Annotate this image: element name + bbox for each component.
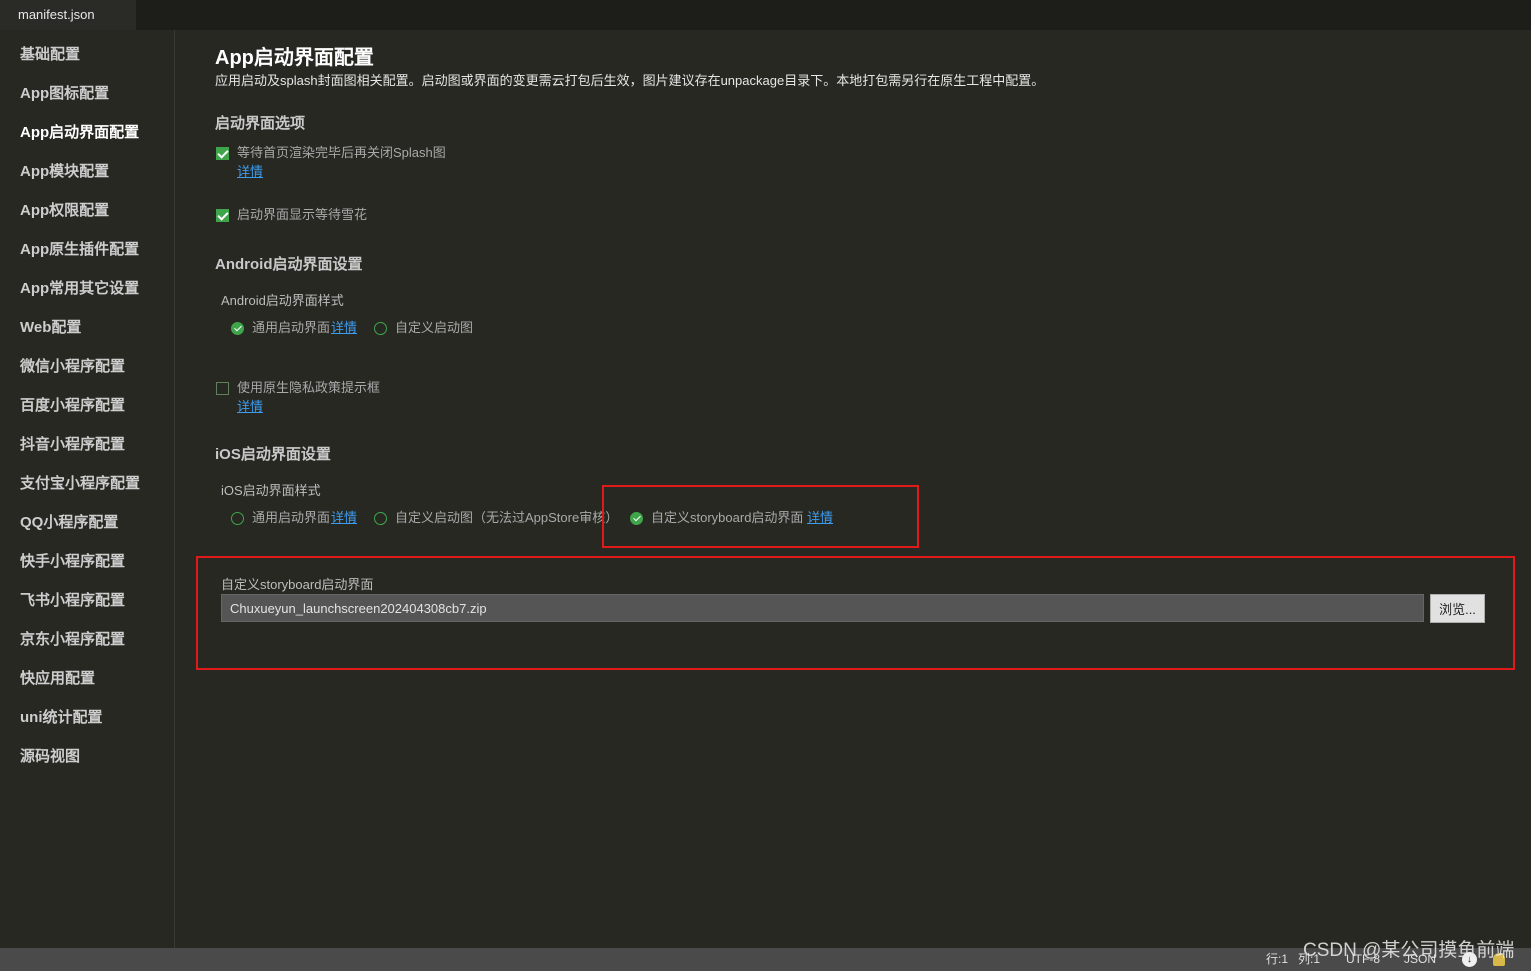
sidebar-item-baidu-mp[interactable]: 百度小程序配置	[0, 386, 174, 425]
tab-bar	[0, 0, 1531, 30]
sidebar-item-source-view[interactable]: 源码视图	[0, 737, 174, 776]
page-title: App启动界面配置	[215, 47, 374, 69]
waiting-spinner-option[interactable]: 启动界面显示等待雪花	[216, 207, 367, 223]
privacy-dialog-details-link[interactable]: 详情	[237, 399, 263, 415]
android-default-radio[interactable]	[231, 321, 244, 335]
android-option-custom-image[interactable]: 自定义启动图	[374, 320, 473, 336]
sidebar-item-wechat-mp[interactable]: 微信小程序配置	[0, 347, 174, 386]
wait-render-checkbox[interactable]	[216, 146, 229, 160]
sidebar-item-kuaishou-mp[interactable]: 快手小程序配置	[0, 542, 174, 581]
sidebar-item-basic[interactable]: 基础配置	[0, 35, 174, 74]
ios-option-custom-image[interactable]: 自定义启动图（无法过AppStore审核）	[374, 510, 618, 526]
ios-default-radio[interactable]	[231, 511, 244, 525]
waiting-spinner-label: 启动界面显示等待雪花	[237, 207, 368, 222]
sidebar-item-douyin-mp[interactable]: 抖音小程序配置	[0, 425, 174, 464]
sidebar-item-app-icon[interactable]: App图标配置	[0, 74, 174, 113]
highlight-box-storyboard-file	[196, 556, 1515, 670]
android-style-label: Android启动界面样式	[221, 293, 344, 308]
android-custom-image-label: 自定义启动图	[395, 320, 474, 335]
section-heading-android: Android启动界面设置	[215, 256, 363, 273]
sidebar-item-uni-stat[interactable]: uni统计配置	[0, 698, 174, 737]
sidebar-item-feishu-mp[interactable]: 飞书小程序配置	[0, 581, 174, 620]
sidebar-item-alipay-mp[interactable]: 支付宝小程序配置	[0, 464, 174, 503]
wait-render-option[interactable]: 等待首页渲染完毕后再关闭Splash图	[216, 145, 446, 161]
android-custom-image-radio[interactable]	[374, 321, 387, 335]
highlight-box-storyboard-option	[602, 485, 919, 548]
privacy-dialog-label: 使用原生隐私政策提示框	[237, 380, 381, 395]
android-default-label: 通用启动界面	[252, 320, 331, 335]
page-description: 应用启动及splash封面图相关配置。启动图或界面的变更需云打包后生效，图片建议…	[215, 73, 1045, 88]
watermark: CSDN @某公司摸鱼前端	[1303, 940, 1515, 961]
sidebar-item-quickapp[interactable]: 快应用配置	[0, 659, 174, 698]
sidebar-item-app-modules[interactable]: App模块配置	[0, 152, 174, 191]
waiting-spinner-checkbox[interactable]	[216, 208, 229, 222]
sidebar-item-app-other-settings[interactable]: App常用其它设置	[0, 269, 174, 308]
section-heading-ios: iOS启动界面设置	[215, 446, 331, 463]
ios-custom-image-label: 自定义启动图（无法过AppStore审核）	[395, 510, 619, 525]
sidebar-item-web[interactable]: Web配置	[0, 308, 174, 347]
sidebar: 基础配置 App图标配置 App启动界面配置 App模块配置 App权限配置 A…	[0, 30, 175, 948]
wait-render-details-link[interactable]: 详情	[237, 164, 263, 180]
status-line[interactable]: 行:1	[1266, 948, 1288, 971]
android-option-default[interactable]: 通用启动界面	[231, 320, 330, 336]
tab-manifest-json[interactable]: manifest.json	[0, 0, 136, 30]
android-default-details-link[interactable]: 详情	[331, 320, 357, 336]
ios-option-default[interactable]: 通用启动界面	[231, 510, 330, 526]
sidebar-item-app-splash[interactable]: App启动界面配置	[0, 113, 174, 152]
ios-style-label: iOS启动界面样式	[221, 483, 321, 498]
sidebar-item-app-native-plugins[interactable]: App原生插件配置	[0, 230, 174, 269]
privacy-dialog-checkbox[interactable]	[216, 381, 229, 395]
ios-default-details-link[interactable]: 详情	[331, 510, 357, 526]
sidebar-item-app-permissions[interactable]: App权限配置	[0, 191, 174, 230]
ios-default-label: 通用启动界面	[252, 510, 331, 525]
privacy-dialog-option[interactable]: 使用原生隐私政策提示框	[216, 380, 380, 396]
section-heading-splash-options: 启动界面选项	[215, 115, 306, 132]
wait-render-label: 等待首页渲染完毕后再关闭Splash图	[237, 145, 446, 160]
ios-custom-image-radio[interactable]	[374, 511, 387, 525]
sidebar-item-jd-mp[interactable]: 京东小程序配置	[0, 620, 174, 659]
sidebar-item-qq-mp[interactable]: QQ小程序配置	[0, 503, 174, 542]
